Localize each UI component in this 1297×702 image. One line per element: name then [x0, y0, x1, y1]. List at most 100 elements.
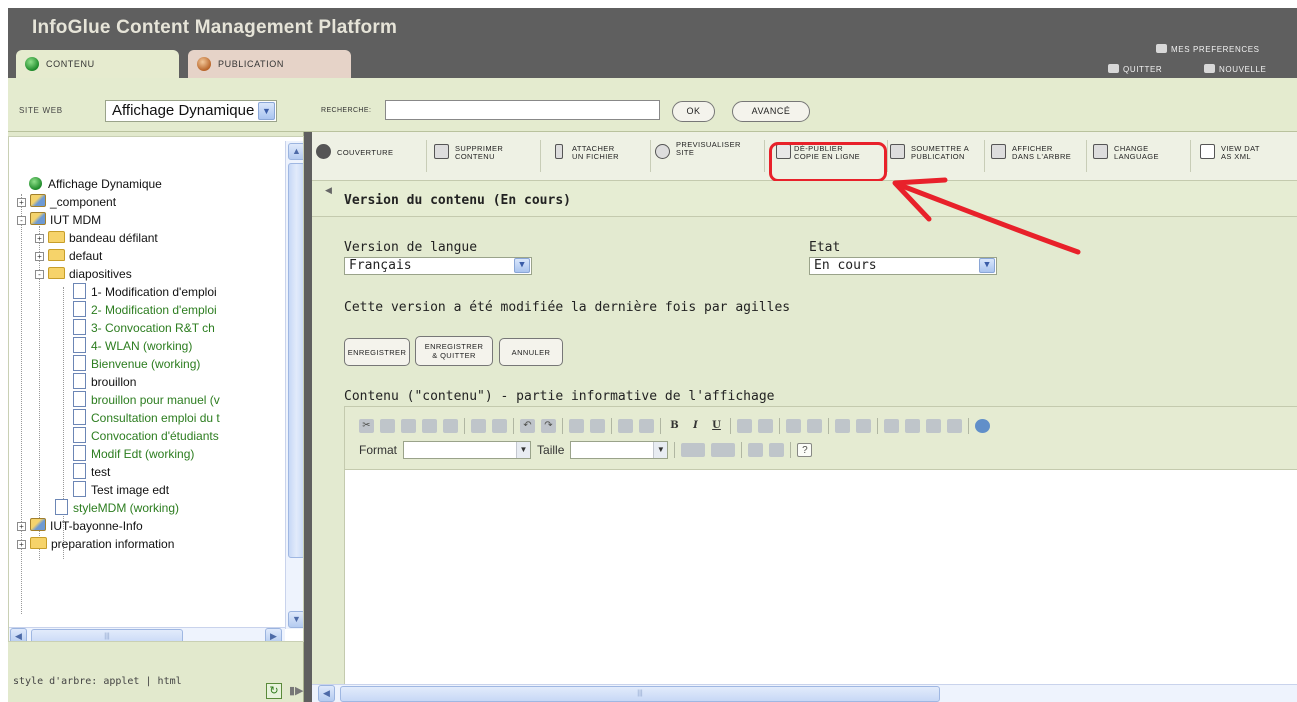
tree-item[interactable]: test — [73, 463, 110, 481]
scrollbar-thumb[interactable] — [288, 163, 303, 558]
tree-horizontal-scrollbar[interactable]: ◀ ||| ▶ — [9, 627, 285, 641]
language-select[interactable]: Français ▼ — [344, 257, 532, 275]
size-select[interactable]: ▼ — [570, 441, 669, 459]
help-icon[interactable]: ? — [797, 443, 813, 457]
save-and-quit-button[interactable]: ENREGISTRER & QUITTER — [415, 336, 493, 366]
superscript-icon[interactable] — [758, 419, 773, 433]
collapse-panel-icon[interactable]: ▮▶ — [289, 684, 304, 698]
paste-text-icon[interactable] — [422, 419, 437, 433]
align-center-icon[interactable] — [905, 419, 920, 433]
outdent-icon[interactable] — [835, 419, 850, 433]
link-icon[interactable] — [975, 419, 990, 433]
underline-icon[interactable]: U — [709, 419, 724, 433]
tree-item[interactable]: brouillon — [73, 373, 136, 391]
advanced-search-button[interactable]: AVANCÉ — [732, 101, 810, 122]
chevron-down-icon[interactable]: ▼ — [516, 442, 531, 458]
preview-icon[interactable] — [769, 443, 785, 457]
align-left-icon[interactable] — [884, 419, 899, 433]
tree-style-html-link[interactable]: html — [158, 676, 182, 687]
chevron-down-icon[interactable]: ▼ — [258, 102, 275, 120]
chevron-down-icon[interactable]: ▼ — [979, 258, 995, 273]
collapse-icon[interactable]: - — [17, 216, 26, 225]
editor-content-area[interactable] — [345, 470, 1297, 702]
refresh-icon[interactable]: ↻ — [266, 683, 282, 699]
expand-icon[interactable]: + — [17, 198, 26, 207]
scroll-left-icon[interactable]: ◀ — [10, 628, 27, 641]
tree-item[interactable]: 4- WLAN (working) — [73, 337, 192, 355]
subscript-icon[interactable] — [737, 419, 752, 433]
expand-icon[interactable]: + — [17, 522, 26, 531]
tree-item[interactable]: - diapositives — [35, 265, 132, 283]
cut-icon[interactable]: ✂ — [359, 419, 374, 433]
tree-item[interactable]: 3- Convocation R&T ch — [73, 319, 215, 337]
tree-item[interactable]: Consultation emploi du t — [73, 409, 220, 427]
redo-icon[interactable]: ↷ — [541, 419, 556, 433]
tab-contenu[interactable]: CONTENU — [16, 50, 179, 78]
unordered-list-icon[interactable] — [807, 419, 822, 433]
ordered-list-icon[interactable] — [786, 419, 801, 433]
bold-icon[interactable]: B — [667, 419, 682, 433]
tree-item[interactable]: + bandeau défilant — [35, 229, 158, 247]
tree-item[interactable]: + defaut — [35, 247, 102, 265]
format-select[interactable]: ▼ — [403, 441, 532, 459]
spellcheck-icon[interactable] — [492, 419, 507, 433]
expand-icon[interactable]: + — [35, 234, 44, 243]
collapse-icon[interactable]: - — [35, 270, 44, 279]
paste-icon[interactable] — [401, 419, 416, 433]
scroll-down-icon[interactable]: ▼ — [288, 611, 303, 628]
scroll-up-icon[interactable]: ▲ — [288, 143, 303, 160]
tree-item[interactable]: Test image edt — [73, 481, 169, 499]
main-horizontal-scrollbar[interactable]: ◀ ||| — [312, 684, 1297, 702]
new-window-link[interactable]: NOUVELLE — [1204, 64, 1266, 74]
tree-item[interactable]: - IUT MDM — [17, 211, 101, 229]
copy-icon[interactable] — [380, 419, 395, 433]
expand-icon[interactable]: + — [35, 252, 44, 261]
scroll-left-icon[interactable]: ◀ — [318, 685, 335, 702]
tree-vertical-scrollbar[interactable]: ▲ ▼ — [285, 141, 303, 629]
italic-icon[interactable]: I — [688, 419, 703, 433]
justify-icon[interactable] — [947, 419, 962, 433]
text-color-icon[interactable] — [681, 443, 706, 457]
tab-publication[interactable]: PUBLICATION — [188, 50, 351, 78]
preferences-link[interactable]: MES PREFERENCES — [1156, 44, 1260, 54]
tree-item[interactable]: Bienvenue (working) — [73, 355, 200, 373]
find-icon[interactable] — [569, 419, 584, 433]
show-blocks-icon[interactable] — [748, 443, 764, 457]
collapse-arrow-icon[interactable]: ◀ — [325, 185, 332, 196]
tree-root[interactable]: Affichage Dynamique — [29, 175, 162, 193]
chevron-down-icon[interactable]: ▼ — [653, 442, 668, 458]
search-input[interactable] — [385, 100, 660, 120]
remove-format-icon[interactable] — [639, 419, 654, 433]
scrollbar-thumb[interactable]: ||| — [340, 686, 940, 702]
site-select[interactable]: Affichage Dynamique ▼ — [105, 100, 277, 122]
replace-icon[interactable] — [590, 419, 605, 433]
tree-item[interactable]: brouillon pour manuel (v — [73, 391, 220, 409]
cancel-button[interactable]: ANNULER — [499, 338, 563, 366]
align-right-icon[interactable] — [926, 419, 941, 433]
tree-item[interactable]: + IUT-bayonne-Info — [17, 517, 143, 535]
scrollbar-thumb[interactable]: ||| — [31, 629, 183, 641]
quit-link[interactable]: QUITTER — [1108, 64, 1162, 74]
tree-item[interactable]: 2- Modification d'emploi — [73, 301, 217, 319]
document-icon — [73, 283, 86, 299]
background-color-icon[interactable] — [711, 443, 736, 457]
tree-item[interactable]: Convocation d'étudiants — [73, 427, 219, 445]
indent-icon[interactable] — [856, 419, 871, 433]
print-icon[interactable] — [471, 419, 486, 433]
scroll-right-icon[interactable]: ▶ — [265, 628, 282, 641]
tree-item[interactable]: + preparation information — [17, 535, 174, 553]
tree-item[interactable]: styleMDM (working) — [55, 499, 179, 517]
tree-style-applet-link[interactable]: applet — [103, 676, 139, 687]
tree-item[interactable]: + _component — [17, 193, 116, 211]
save-button[interactable]: ENREGISTRER — [344, 338, 410, 366]
tree-item-label: Bienvenue (working) — [91, 357, 201, 371]
chevron-down-icon[interactable]: ▼ — [514, 258, 530, 273]
state-select[interactable]: En cours ▼ — [809, 257, 997, 275]
tree-item[interactable]: 1- Modification d'emploi — [73, 283, 217, 301]
undo-icon[interactable]: ↶ — [520, 419, 535, 433]
expand-icon[interactable]: + — [17, 540, 26, 549]
tree-item[interactable]: Modif Edt (working) — [73, 445, 194, 463]
paste-word-icon[interactable] — [443, 419, 458, 433]
ok-button[interactable]: OK — [672, 101, 715, 122]
select-all-icon[interactable] — [618, 419, 633, 433]
